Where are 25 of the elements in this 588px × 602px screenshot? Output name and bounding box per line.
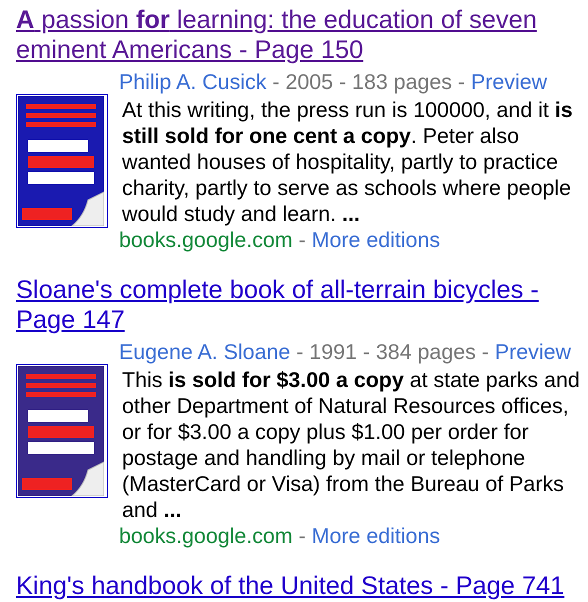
separator: - <box>298 228 307 252</box>
separator: - <box>362 340 371 364</box>
separator: - <box>271 70 280 94</box>
link[interactable]: More editions <box>312 228 440 252</box>
link[interactable]: Preview <box>494 340 571 364</box>
link[interactable]: More editions <box>312 524 440 548</box>
result-snippet: This is sold for $3.00 a copy at state parks and other Department of Natural Resources offices, or for $3.00 a copy plus $1.00 per order for postage and handling by mail or telephone (MasterCard or Visa) from the Bureau of Parks and ... <box>122 367 581 523</box>
source-url: books.google.com <box>119 228 293 252</box>
book-info: 183 pages <box>352 70 452 94</box>
separator: - <box>298 524 307 548</box>
book-info: 1991 <box>309 340 357 364</box>
result-title-link[interactable]: A passion for learning: the education of seven eminent Americans - Page 150 <box>16 5 578 65</box>
separator: - <box>295 340 304 364</box>
source-url: books.google.com <box>119 524 293 548</box>
separator: - <box>456 70 466 94</box>
result-snippet: At this writing, the press run is 100000, and it is still sold for one cent a copy. Peter also wanted houses of hospitality, partly to practice charity, partly to serve as schools where people would study and learn. ... <box>122 97 574 227</box>
separator: - <box>480 340 490 364</box>
link[interactable]: Preview <box>470 70 548 94</box>
book-info: 2005 <box>285 70 334 94</box>
author-link[interactable]: Philip A. Cusick <box>119 70 266 94</box>
separator: - <box>338 70 348 94</box>
result-title-link[interactable]: Sloane's complete book of all-terrain bicycles - Page 147 <box>16 275 578 335</box>
author-link[interactable]: Eugene A. Sloane <box>119 340 290 364</box>
book-info: 384 pages <box>376 340 476 364</box>
result-title-link[interactable]: King's handbook of the United States - Page 741 <box>16 571 578 601</box>
